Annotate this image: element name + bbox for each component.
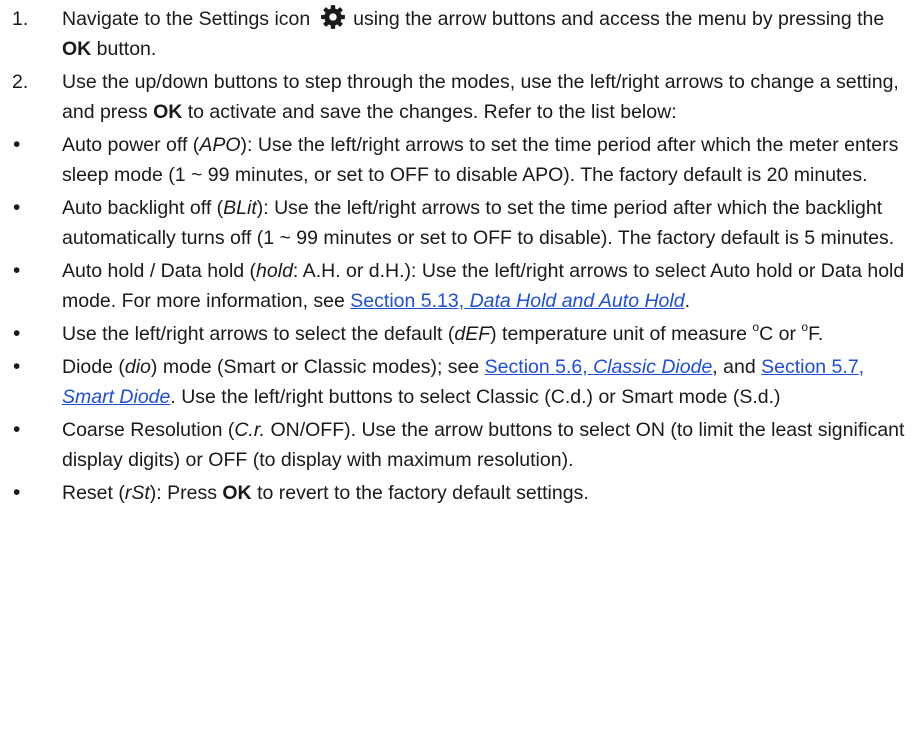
setting-text: ) temperature unit of measure	[490, 323, 747, 345]
bullet-marker: •	[13, 322, 21, 345]
setting-text: to revert to the factory default setting…	[257, 482, 589, 504]
setting-diode: • Diode (dio) mode (Smart or Classic mod…	[0, 352, 924, 412]
ok-button-label: OK	[222, 482, 252, 504]
setting-text: ): Press	[149, 482, 217, 504]
setting-code: dio	[124, 356, 151, 378]
step-number: 2.	[12, 71, 29, 93]
link-text: Section 5.7,	[761, 356, 865, 378]
setting-text: Auto power off (	[62, 134, 200, 156]
setting-text: Auto hold / Data hold (	[62, 260, 257, 282]
step-text: button.	[96, 38, 157, 60]
bullet-marker: •	[13, 133, 21, 156]
setting-reset: • Reset (rSt): Press OK to revert to the…	[0, 478, 924, 508]
bullet-marker: •	[13, 259, 21, 282]
bullet-marker: •	[13, 355, 21, 378]
setting-backlight: • Auto backlight off (BLit): Use the lef…	[0, 193, 924, 253]
step-2: 2. Use the up/down buttons to step throu…	[0, 67, 924, 127]
ok-button-label: OK	[153, 101, 183, 123]
setting-code: BLit	[223, 197, 257, 219]
setting-hold: • Auto hold / Data hold (hold: A.H. or d…	[0, 256, 924, 316]
link-title: Smart Diode	[62, 386, 171, 408]
degree-mark: o	[752, 319, 760, 334]
bullet-marker: •	[13, 418, 21, 441]
bullet-marker: •	[13, 481, 21, 504]
setting-text: . Use the left/right buttons to select C…	[170, 386, 781, 408]
setting-text: Coarse Resolution (	[62, 419, 235, 441]
link-section-5-13[interactable]: Section 5.13, Data Hold and Auto Hold	[350, 290, 684, 312]
setting-code: rSt	[124, 482, 150, 504]
setting-text: F.	[808, 323, 824, 345]
step-number: 1.	[12, 8, 29, 30]
setting-text: C or	[759, 323, 796, 345]
setting-text: ) mode (Smart or Classic modes); see	[150, 356, 480, 378]
setting-code: hold	[256, 260, 293, 282]
setting-code: C.r.	[234, 419, 266, 441]
setting-coarse-resolution: • Coarse Resolution (C.r. ON/OFF). Use t…	[0, 415, 924, 475]
setting-text: Diode (	[62, 356, 125, 378]
setting-text: Auto backlight off (	[62, 197, 224, 219]
link-text: Section 5.6,	[484, 356, 588, 378]
link-text: Section 5.13,	[350, 290, 465, 312]
setting-text: , and	[712, 356, 756, 378]
link-section-5-6[interactable]: Section 5.6, Classic Diode	[485, 356, 713, 378]
link-title: Classic Diode	[593, 356, 713, 378]
gear-icon	[320, 5, 345, 29]
bullet-marker: •	[13, 196, 21, 219]
degree-mark: o	[801, 319, 809, 334]
step-text: to activate and save the changes. Refer …	[187, 101, 677, 123]
link-title: Data Hold and Auto Hold	[469, 290, 685, 312]
step-text: Navigate to the Settings icon	[62, 8, 311, 30]
instructions-document: 1. Navigate to the Settings icon using t…	[0, 0, 924, 732]
setting-code: dEF	[454, 323, 491, 345]
step-text: using the arrow buttons and access the m…	[353, 8, 885, 30]
setting-text: Use the left/right arrows to select the …	[62, 323, 455, 345]
setting-text: Reset (	[62, 482, 125, 504]
setting-default-unit: • Use the left/right arrows to select th…	[0, 319, 924, 349]
step-1: 1. Navigate to the Settings icon using t…	[0, 4, 924, 64]
ok-button-label: OK	[62, 38, 92, 60]
setting-code: APO	[199, 134, 241, 156]
setting-apo: • Auto power off (APO): Use the left/rig…	[0, 130, 924, 190]
setting-text: .	[684, 290, 690, 312]
